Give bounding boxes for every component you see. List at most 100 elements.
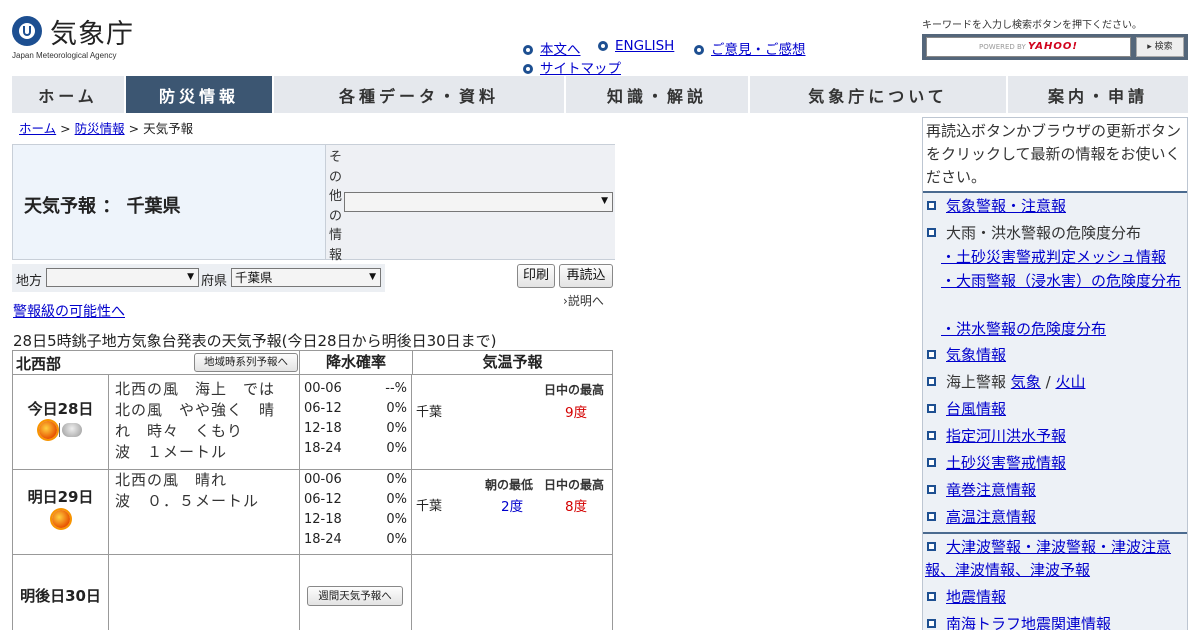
- temp-cell: 日中の最高 千葉 9度: [412, 375, 612, 469]
- sidebar-item-tsunami[interactable]: 大津波警報・津波警報・津波注意報、津波情報、津波予報: [925, 536, 1187, 582]
- precip-row: 18-24 0%: [304, 441, 407, 456]
- region-name: 北西部: [16, 355, 62, 373]
- temp-cell: 朝の最低 日中の最高 千葉 2度 8度: [412, 470, 612, 554]
- nav-home[interactable]: ホーム: [12, 76, 124, 113]
- precip-cell: 週間天気予報へ: [300, 555, 412, 630]
- link-english[interactable]: ENGLISH: [598, 38, 674, 54]
- page-title: 天気予報 ： 千葉県: [24, 196, 181, 217]
- precip-cell: 00-06 0% 06-12 0% 12-18 0% 18-24 0%: [300, 470, 412, 554]
- print-button[interactable]: 印刷: [517, 264, 555, 288]
- nav-about[interactable]: 気象庁について: [750, 76, 1006, 113]
- forecast-row-today: 今日28日 北西の風 海上 では 北の風 やや強く 晴 れ 時々 くもり 波 １…: [12, 375, 613, 470]
- bullet-icon: [927, 377, 936, 386]
- region-select[interactable]: [46, 268, 199, 287]
- nav-bousai[interactable]: 防災情報: [126, 76, 272, 113]
- day-label: 明日29日: [27, 488, 94, 506]
- kaijo-kishou-link[interactable]: 気象: [1011, 373, 1041, 391]
- sun-icon: [51, 510, 70, 528]
- bullet-icon: [927, 619, 936, 628]
- link-sitemap[interactable]: サイトマップ: [523, 57, 621, 77]
- bullet-icon: [523, 45, 533, 55]
- bullet-icon: [927, 404, 936, 413]
- search-hint: キーワードを入力し検索ボタンを押下ください。: [922, 20, 1142, 31]
- bullet-icon: [598, 41, 608, 51]
- breadcrumb-current: 天気予報: [143, 121, 194, 136]
- temp-max: 9度: [565, 405, 588, 421]
- bullet-icon: [927, 512, 936, 521]
- day-label: 今日28日: [27, 400, 94, 418]
- site-search: キーワードを入力し検索ボタンを押下ください。 POWERED BY YAHOO!…: [922, 16, 1188, 60]
- forecast-row-day-after: 明後日30日 週間天気予報へ: [12, 555, 613, 630]
- search-button[interactable]: ▸ 検索: [1136, 37, 1184, 57]
- sidebar-item-kishou-joho[interactable]: 気象情報: [925, 344, 1187, 367]
- sidebar-item-kouzui[interactable]: ・洪水警報の危険度分布: [925, 318, 1187, 341]
- reload-button[interactable]: 再読込: [559, 264, 613, 288]
- precip-row: 12-18 0%: [304, 421, 407, 436]
- weather-text: 北西の風 海上 では 北の風 やや強く 晴 れ 時々 くもり 波 １メートル: [109, 375, 300, 469]
- pref-label: 府県: [201, 274, 228, 289]
- other-info-label: その他の情報: [329, 150, 343, 263]
- forecast-row-tomorrow: 明日29日 北西の風 晴れ 波 ０．５メートル 00-06 0% 06-12 0% …: [12, 470, 613, 555]
- region-label: 地方: [16, 274, 43, 289]
- precip-row: 00-06 0%: [304, 472, 407, 487]
- other-info-select[interactable]: [344, 192, 613, 212]
- page-title-box: 天気予報 ： 千葉県 その他の情報: [12, 144, 615, 263]
- bullet-icon: [927, 350, 936, 359]
- temp-max: 8度: [565, 499, 588, 515]
- sidebar-item-oame[interactable]: ・大雨警報（浸水害）の危険度分布: [925, 270, 1187, 293]
- other-info-panel: その他の情報: [325, 145, 615, 263]
- bullet-icon: [927, 228, 936, 237]
- sidebar-item-dosha-keikai[interactable]: 土砂災害警戒情報: [925, 452, 1187, 475]
- sidebar-item-jishin[interactable]: 地震情報: [925, 586, 1187, 609]
- link-honbun[interactable]: 本文へ: [523, 38, 581, 58]
- sidebar-item-taifu[interactable]: 台風情報: [925, 398, 1187, 421]
- sidebar-item-kikendo: 大雨・洪水警報の危険度分布: [925, 222, 1187, 245]
- sidebar-item-kouon[interactable]: 高温注意情報: [925, 506, 1187, 529]
- jma-logo[interactable]: 気象庁 Japan Meteorological Agency: [12, 12, 152, 62]
- breadcrumb: ホーム > 防災情報 > 天気予報: [19, 121, 194, 136]
- sidebar-divider: [923, 532, 1187, 534]
- pref-select[interactable]: 千葉県: [231, 268, 381, 287]
- bullet-icon: [927, 592, 936, 601]
- bullet-icon: [694, 45, 704, 55]
- logo-subtitle: Japan Meteorological Agency: [12, 51, 117, 60]
- global-nav: ホーム 防災情報 各種データ・資料 知識・解説 気象庁について 案内・申請: [12, 76, 1188, 114]
- nav-knowledge[interactable]: 知識・解説: [566, 76, 748, 113]
- sidebar-item-dosha-mesh[interactable]: ・土砂災害警戒判定メッシュ情報: [925, 246, 1187, 269]
- precip-header: 降水確率: [299, 351, 412, 374]
- explain-link[interactable]: ›説明へ: [563, 292, 604, 309]
- nav-data[interactable]: 各種データ・資料: [274, 76, 564, 113]
- yahoo-logo: YAHOO!: [1027, 41, 1078, 52]
- weekly-forecast-button[interactable]: 週間天気予報へ: [307, 586, 403, 606]
- sidebar-item-kaijo: 海上警報 気象 / 火山: [925, 371, 1187, 394]
- temp-min: 2度: [501, 499, 524, 515]
- bullet-icon: [523, 64, 533, 74]
- precip-row: 06-12 0%: [304, 401, 407, 416]
- city-name: 千葉: [416, 499, 443, 514]
- kaijo-kazan-link[interactable]: 火山: [1055, 373, 1085, 391]
- bullet-icon: [927, 485, 936, 494]
- breadcrumb-bousai[interactable]: 防災情報: [75, 121, 125, 136]
- sidebar-item-keiho[interactable]: 気象警報・注意報: [925, 195, 1187, 218]
- search-input[interactable]: POWERED BY YAHOO!: [926, 37, 1131, 57]
- precip-row: 00-06 --%: [304, 381, 407, 396]
- warning-possibility-link[interactable]: 警報級の可能性へ: [13, 301, 125, 321]
- reload-notice: 再読込ボタンかブラウザの更新ボタンをクリックして最新の情報をお使いください。: [923, 118, 1187, 193]
- precip-row: 06-12 0%: [304, 492, 407, 507]
- weather-text: [109, 555, 300, 630]
- sidebar-item-kasen[interactable]: 指定河川洪水予報: [925, 425, 1187, 448]
- nav-guide[interactable]: 案内・申請: [1008, 76, 1188, 113]
- bullet-icon: [927, 431, 936, 440]
- logo-name: 気象庁: [50, 19, 134, 50]
- precip-cell: 00-06 --% 06-12 0% 12-18 0% 18-24 0%: [300, 375, 412, 469]
- temp-header: 気温予報: [412, 351, 612, 374]
- city-name: 千葉: [416, 405, 443, 420]
- sidebar-item-tatsumaki[interactable]: 竜巻注意情報: [925, 479, 1187, 502]
- precip-row: 12-18 0%: [304, 512, 407, 527]
- breadcrumb-home[interactable]: ホーム: [19, 121, 56, 136]
- link-feedback[interactable]: ご意見・ご感想: [694, 38, 806, 58]
- temp-max-caption: 日中の最高: [544, 478, 605, 492]
- timeseries-button[interactable]: 地域時系列予報へ: [194, 353, 298, 372]
- sidebar-item-nankai[interactable]: 南海トラフ地震関連情報: [925, 613, 1187, 630]
- sidebar: 再読込ボタンかブラウザの更新ボタンをクリックして最新の情報をお使いください。 気…: [922, 117, 1188, 630]
